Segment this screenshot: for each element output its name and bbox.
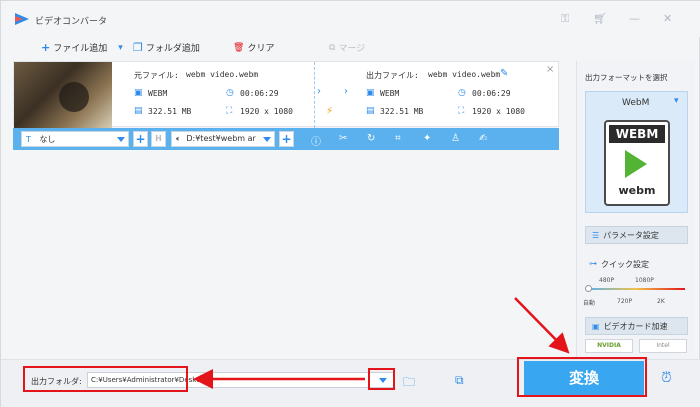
- annotation-arrows: [193, 297, 570, 389]
- annotation-arrow-convert: [514, 297, 570, 354]
